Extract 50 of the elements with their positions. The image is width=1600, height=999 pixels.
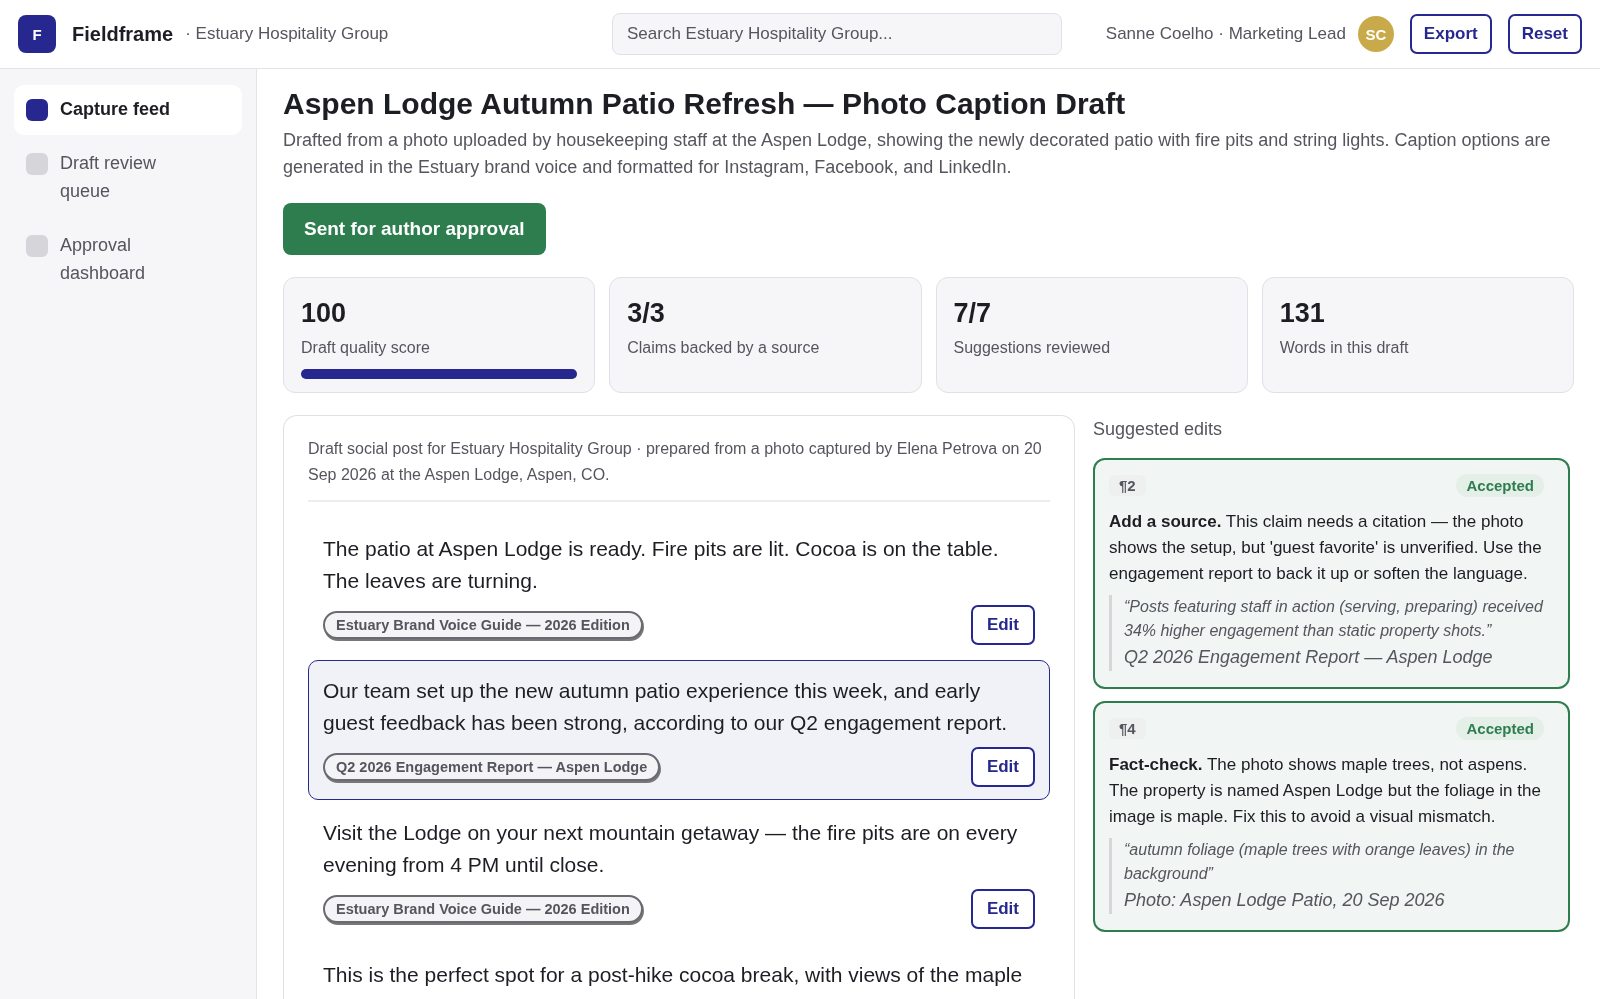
paragraph-tag: ¶4 <box>1109 718 1146 739</box>
sidebar-label: Draft review queue <box>60 152 158 203</box>
suggestion-text: Fact-check. The photo shows maple trees, not aspens. The property is named Aspen Lodge but the foliage in the image is maple. Fix this to avoid a visual mismatch. <box>1109 754 1542 828</box>
status-button[interactable]: Sent for author approval <box>283 203 546 255</box>
source-chip[interactable]: Q2 2026 Engagement Report — Aspen Lodge <box>323 753 661 781</box>
user-name: Sanne Coelho · Marketing Lead <box>1105 24 1346 44</box>
sidebar-label: Capture feed <box>60 98 171 121</box>
stat-label: Words in this draft <box>1279 339 1410 357</box>
stat-label: Claims backed by a source <box>627 339 821 357</box>
quote-source: Q2 2026 Engagement Report — Aspen Lodge <box>1124 646 1494 669</box>
quote-source: Photo: Aspen Lodge Patio, 20 Sep 2026 <box>1124 889 1446 912</box>
source-chip[interactable]: Estuary Brand Voice Guide — 2026 Edition <box>323 895 643 923</box>
source-chip[interactable]: Estuary Brand Voice Guide — 2026 Edition <box>323 611 643 639</box>
stat-label: Draft quality score <box>301 339 431 357</box>
draft-paragraph[interactable]: This is the perfect spot for a post-hike cocoa break, with views of the maple <box>308 944 1050 999</box>
draft-meta: Draft social post for Estuary Hospitality Group · prepared from a photo captured by Elena Petrova on 20 Sep 2026 at the Aspen Lodge, Aspen, CO. <box>308 436 1050 502</box>
edit-button[interactable]: Edit <box>970 747 1035 787</box>
page-title: Aspen Lodge Autumn Patio Refresh — Photo Caption Draft <box>283 87 1127 121</box>
stat-value: 100 <box>301 298 348 329</box>
stat-value: 131 <box>1279 298 1326 329</box>
status-badge: Accepted <box>1456 717 1544 740</box>
edit-button[interactable]: Edit <box>970 889 1035 929</box>
section-title: Suggested edits <box>1093 419 1224 440</box>
sidebar-item[interactable]: Capture feed <box>14 85 242 135</box>
quote-text: “autumn foliage (maple trees with orange leaves) in the background” <box>1124 840 1516 884</box>
paragraph-tag: ¶2 <box>1109 475 1146 496</box>
page-description: Drafted from a photo uploaded by housekeeping staff at the Aspen Lodge, showing the newly decorated patio with fire pits and string lights. Caption options are generated in the Estuary brand voice and formatted for Instagram, Facebook, and LinkedIn. <box>283 129 1552 179</box>
status-badge: Accepted <box>1456 474 1544 497</box>
paragraph-text: Visit the Lodge on your next mountain getaway — the fire pits are on every evening from 4 PM until close. <box>323 820 1019 878</box>
header-button[interactable]: Reset <box>1507 14 1582 54</box>
organization-name: · Estuary Hospitality Group <box>185 24 389 44</box>
sidebar-label: Approval dashboard <box>60 234 147 285</box>
draft-paragraph[interactable]: The patio at Aspen Lodge is ready. Fire pits are lit. Cocoa is on the table. The leaves are turning. Estuary Brand Voice Guide — 2026 Edition Edit <box>308 518 1050 658</box>
suggestion-text: Add a source. This claim needs a citation — the photo shows the setup, but 'guest favorite' is unverified. Use the engagement report to back it up or soften the language. <box>1109 511 1543 585</box>
sidebar-item[interactable]: Approval dashboard <box>14 221 242 299</box>
app-name: Fieldframe <box>72 22 174 46</box>
sidebar-item[interactable]: Draft review queue <box>14 139 242 217</box>
search-field[interactable]: Search Estuary Hospitality Group... <box>612 13 1062 55</box>
stat-label: Suggestions reviewed <box>953 339 1112 357</box>
stat-value: 3/3 <box>627 298 666 329</box>
paragraph-text: This is the perfect spot for a post-hike cocoa break, with views of the maple <box>323 962 1024 988</box>
header-button[interactable]: Export <box>1409 14 1492 54</box>
paragraph-text: The patio at Aspen Lodge is ready. Fire pits are lit. Cocoa is on the table. The leaves are turning. <box>323 536 1000 594</box>
paragraph-text: Our team set up the new autumn patio experience this week, and early guest feedback has been strong, according to our Q2 engagement report. <box>323 678 1009 736</box>
draft-paragraph[interactable]: Our team set up the new autumn patio experience this week, and early guest feedback has been strong, according to our Q2 engagement report. Q2 2026 Engagement Report — Aspen Lodge Edit <box>308 660 1050 800</box>
quote-text: “Posts featuring staff in action (serving, preparing) received 34% higher engagement than static property shots.” <box>1124 597 1544 641</box>
stat-value: 7/7 <box>953 298 993 329</box>
edit-button[interactable]: Edit <box>970 605 1035 645</box>
draft-paragraph[interactable]: Visit the Lodge on your next mountain getaway — the fire pits are on every evening from 4 PM until close. Estuary Brand Voice Guide — 2026 Edition Edit <box>308 802 1050 942</box>
logo: F <box>18 15 56 53</box>
